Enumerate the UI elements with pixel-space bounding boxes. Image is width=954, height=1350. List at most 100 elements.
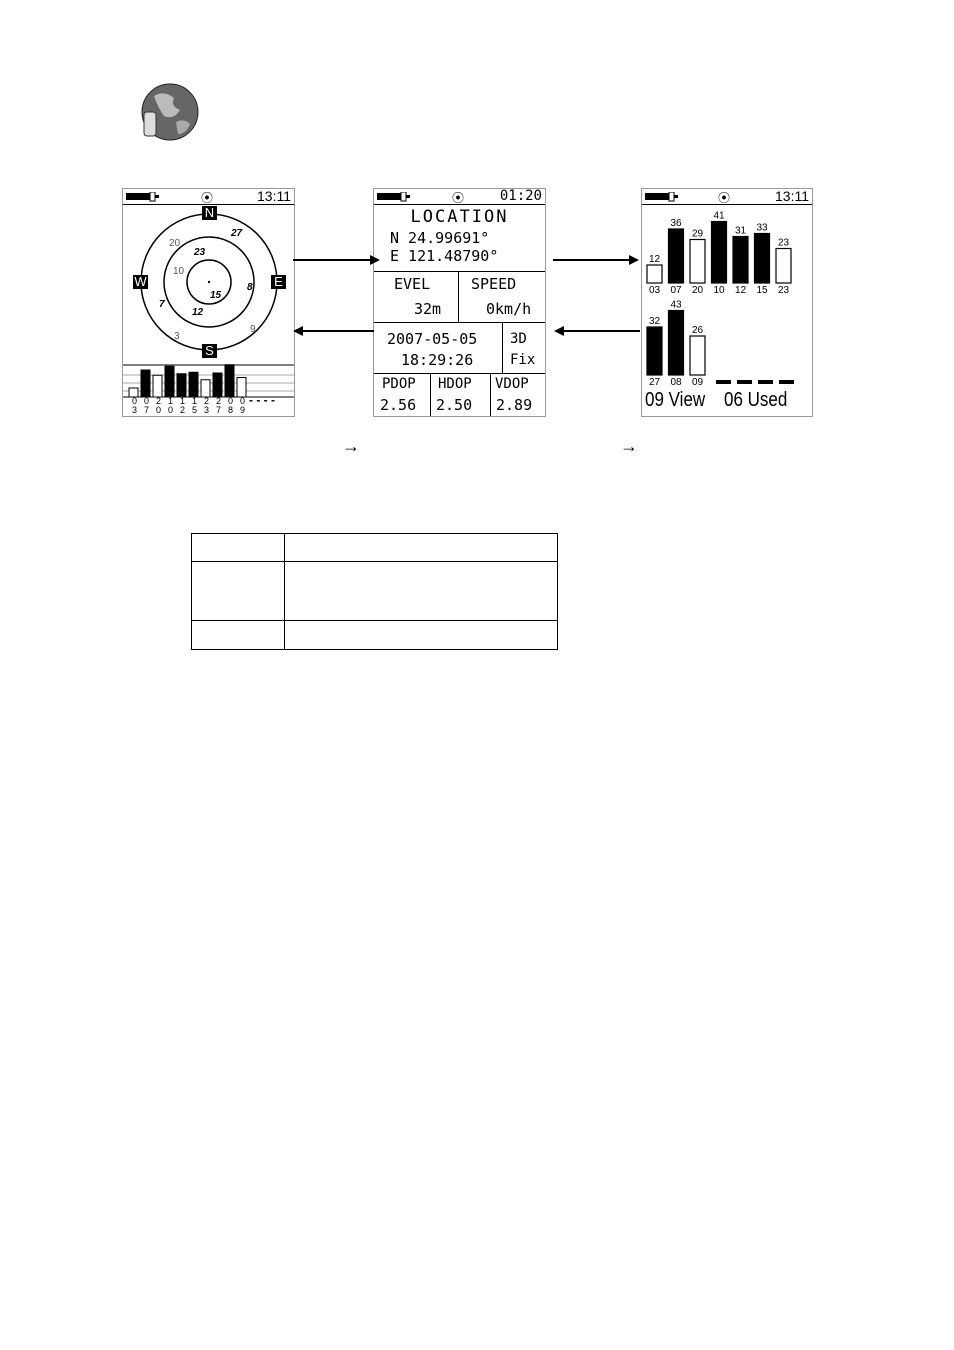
- signal-screen: ⦿ 13:11 12 03 36 07 29 20 41 10 31 12 33 15 23 23 32 27…: [641, 188, 813, 417]
- satellite-15: 15: [210, 290, 222, 301]
- table-cell: [191, 620, 285, 650]
- prn-label-20: 20: [692, 285, 704, 296]
- satellite-8: 8: [247, 282, 253, 293]
- mini-bar-20: [152, 374, 163, 398]
- battery-icon: [126, 192, 159, 202]
- satellite-12: 12: [192, 307, 204, 318]
- satellite-20: 20: [169, 238, 181, 249]
- arrow-right-icon: [629, 255, 639, 265]
- table-cell: [191, 561, 285, 621]
- mini-bar-label: 09: [239, 396, 245, 415]
- arrow-left-icon: [293, 326, 303, 336]
- arrow-right-icon: →: [342, 436, 360, 456]
- signal-value-03: 12: [649, 254, 661, 265]
- satellite-7: 7: [159, 299, 165, 310]
- info-table: [191, 533, 558, 650]
- clock: 13:11: [257, 188, 291, 204]
- signal-bar-20: [689, 238, 706, 284]
- pdop-value: 2.56: [380, 396, 417, 414]
- latitude: N 24.99691°: [390, 229, 490, 247]
- signal-bar-10: [710, 220, 728, 284]
- mini-bar-label: 12: [179, 396, 185, 415]
- table-row: [191, 561, 558, 621]
- satellite-10: 10: [173, 266, 185, 277]
- signal-bar-07: [667, 228, 685, 284]
- table-cell: [191, 533, 285, 562]
- signal-chart: 12 03 36 07 29 20 41 10 31 12 33 15 23 23 32 27 43 08 26 09: [646, 211, 794, 388]
- compass-north: N: [202, 206, 217, 220]
- arrow-right-icon: [370, 255, 380, 265]
- prn-label-03: 03: [649, 285, 661, 296]
- mini-bar-label: 07: [143, 396, 149, 415]
- view-count: 09 View: [645, 389, 706, 411]
- signal-bar-15: [753, 232, 771, 284]
- status-bar: ⦿ 01:20: [374, 188, 545, 205]
- signal-value-27: 32: [649, 316, 661, 327]
- mini-bar-09: [236, 377, 247, 398]
- mini-bar-08: [224, 364, 235, 398]
- table-cell: [284, 533, 558, 562]
- vdop-label: VDOP: [495, 376, 529, 392]
- signal-value-08: 43: [670, 300, 682, 311]
- prn-label-09: 09: [692, 377, 704, 388]
- empty-slots: - - - -: [249, 393, 275, 407]
- mini-bar-27: [212, 372, 223, 398]
- skyplot: 20 27 23 10 8 15 7 12 3 9: [123, 213, 294, 398]
- signal-value-10: 41: [713, 211, 725, 222]
- signal-value-07: 36: [670, 218, 682, 229]
- signal-bar-09: [689, 335, 706, 376]
- mini-bar-23: [200, 379, 211, 398]
- prn-label-08: 08: [670, 377, 682, 388]
- mini-bar-12: [176, 373, 187, 398]
- hdop-label: HDOP: [438, 376, 472, 392]
- table-cell: [284, 620, 558, 650]
- satellite-27: 27: [230, 228, 243, 239]
- satellite-3: 3: [174, 331, 180, 342]
- status-bar: ⦿ 13:11: [123, 188, 294, 205]
- compass-east: E: [271, 275, 286, 289]
- time: 18:29:26: [401, 351, 474, 369]
- signal-bar-12: [732, 235, 749, 284]
- mini-bar-label: 15: [191, 396, 197, 415]
- mini-bar-label: 27: [215, 396, 221, 415]
- satellite-23: 23: [193, 247, 206, 258]
- signal-value-09: 26: [692, 325, 704, 336]
- flow-arrows: [293, 255, 640, 336]
- hdop-value: 2.50: [436, 396, 473, 414]
- prn-label-12: 12: [735, 285, 747, 296]
- prn-label-15: 15: [756, 285, 768, 296]
- compass-west: W: [133, 274, 148, 289]
- table-row: [191, 620, 558, 650]
- globe-gps-icon: [141, 83, 199, 141]
- prn-label-10: 10: [713, 285, 725, 296]
- prn-label-23: 23: [778, 285, 790, 296]
- satellite-eye-icon: ⦿: [201, 191, 214, 205]
- signal-bar-23: [775, 247, 792, 284]
- arrow-right-icon: →: [620, 436, 638, 456]
- signal-value-23: 23: [778, 238, 790, 249]
- signal-value-12: 31: [735, 226, 747, 237]
- prn-label-07: 07: [670, 285, 682, 296]
- mini-bar-label: 08: [227, 396, 233, 415]
- mini-bar-15: [188, 371, 199, 398]
- mini-bar-label: 10: [167, 396, 173, 415]
- signal-value-20: 29: [692, 229, 704, 240]
- battery-icon: [377, 192, 410, 202]
- compass-south: S: [202, 344, 217, 358]
- signal-bar-08: [667, 309, 685, 376]
- used-count: 06 Used: [724, 389, 788, 411]
- skyview-screen: ⦿ 13:11 20 27 23 10 8 15 7 12 3 9 N S W E 03 07 20 1…: [122, 188, 295, 417]
- mini-bar-07: [140, 369, 151, 398]
- pdop-label: PDOP: [382, 376, 416, 392]
- arrow-left-icon: [554, 326, 564, 336]
- vdop-value: 2.89: [496, 396, 533, 414]
- clock: 01:20: [499, 188, 542, 204]
- fix-label: Fix: [510, 352, 536, 368]
- satellite-eye-icon: ⦿: [452, 191, 465, 205]
- prn-label-27: 27: [649, 377, 661, 388]
- mini-bar-10: [164, 365, 175, 398]
- location-title: LOCATION: [410, 207, 509, 227]
- document-page: ⦿ 13:11 20 27 23 10 8 15 7 12 3 9 N S W E 0307201…: [0, 0, 954, 1350]
- table-row: [191, 533, 558, 562]
- signal-value-15: 33: [756, 223, 768, 234]
